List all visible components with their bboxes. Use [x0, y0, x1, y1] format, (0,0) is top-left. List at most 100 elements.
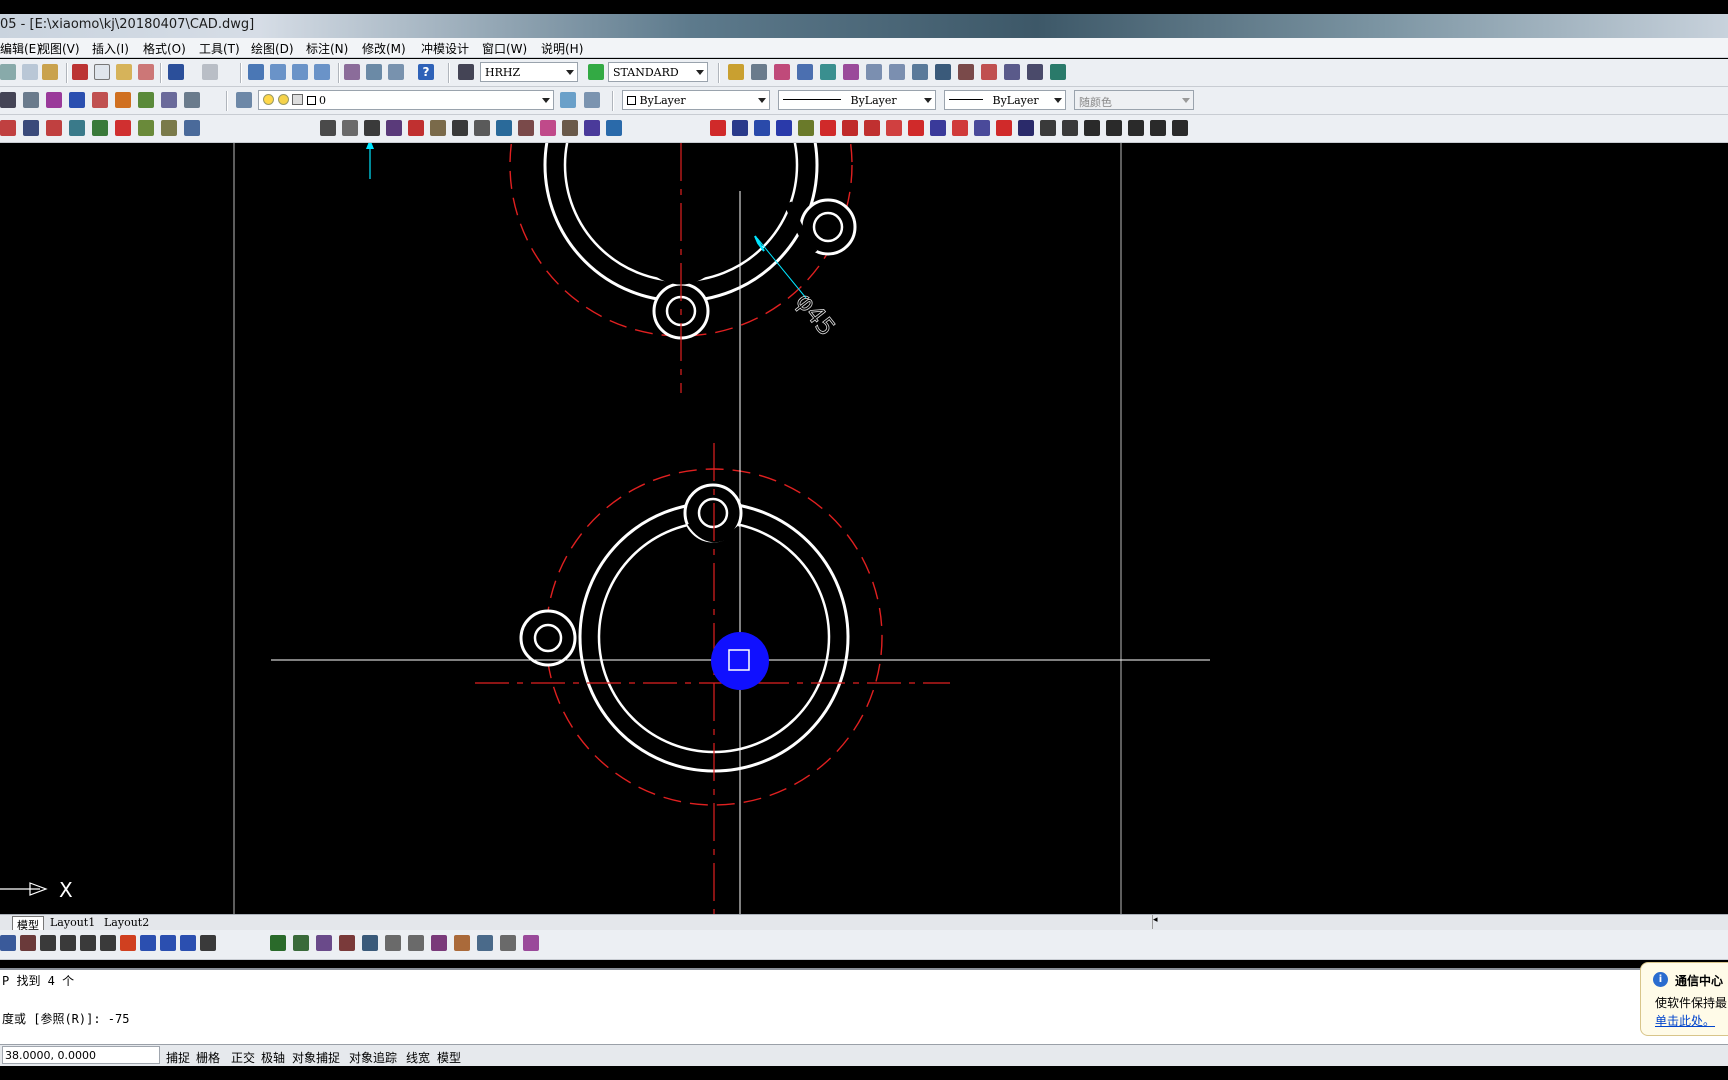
notification-link[interactable]: 单击此处。: [1655, 1012, 1715, 1029]
draw-tool-icon[interactable]: [69, 92, 85, 108]
die-command-icon[interactable]: [1172, 120, 1188, 136]
die-command-icon[interactable]: [820, 120, 836, 136]
die-command-icon[interactable]: [1128, 120, 1144, 136]
die-command-icon[interactable]: [1106, 120, 1122, 136]
publish-icon[interactable]: [42, 64, 58, 80]
modify-tool-icon[interactable]: [523, 935, 539, 951]
snap-toggle[interactable]: 捕捉: [166, 1049, 190, 1066]
punch-tool-icon[interactable]: [342, 120, 358, 136]
tool-icon[interactable]: [1050, 64, 1066, 80]
draw-tool-icon[interactable]: [138, 92, 154, 108]
die-command-icon[interactable]: [1150, 120, 1166, 136]
tab-layout1[interactable]: Layout1: [50, 916, 95, 929]
die-tool-icon[interactable]: [200, 935, 216, 951]
modify-tool-icon[interactable]: [293, 935, 309, 951]
die-tool-icon[interactable]: [0, 935, 16, 951]
tool-icon[interactable]: [1004, 64, 1020, 80]
draw-tool-icon[interactable]: [161, 92, 177, 108]
dim-style-icon[interactable]: [588, 64, 604, 80]
tool-icon[interactable]: [728, 64, 744, 80]
tool-icon[interactable]: [797, 64, 813, 80]
die-command-icon[interactable]: [754, 120, 770, 136]
die-tool-icon[interactable]: [80, 935, 96, 951]
die-tool-icon[interactable]: [160, 935, 176, 951]
zoom-previous-icon[interactable]: [314, 64, 330, 80]
die-tool-icon[interactable]: [20, 935, 36, 951]
plot-style-dropdown[interactable]: 随颜色: [1074, 90, 1194, 110]
die-command-icon[interactable]: [1040, 120, 1056, 136]
punch-tool-icon[interactable]: [320, 120, 336, 136]
draw-tool-icon[interactable]: [92, 92, 108, 108]
die-command-icon[interactable]: [996, 120, 1012, 136]
layer-previous-icon[interactable]: [584, 92, 600, 108]
punch-tool-icon[interactable]: [430, 120, 446, 136]
modify-tool-icon[interactable]: [385, 935, 401, 951]
draw-tool-icon[interactable]: [115, 92, 131, 108]
match-properties-icon[interactable]: [138, 64, 154, 80]
modify-tool-icon[interactable]: [362, 935, 378, 951]
draw-tool-icon[interactable]: [23, 92, 39, 108]
help-icon[interactable]: ?: [418, 64, 434, 80]
text-style-dropdown[interactable]: HRHZ: [480, 62, 578, 82]
tool-icon[interactable]: [820, 64, 836, 80]
tab-layout2[interactable]: Layout2: [104, 916, 149, 929]
menu-modify[interactable]: 修改(M): [362, 40, 406, 57]
menu-view[interactable]: 视图(V): [38, 40, 80, 57]
punch-tool-icon[interactable]: [606, 120, 622, 136]
layer-dropdown[interactable]: 0: [258, 90, 554, 110]
linetype-dropdown[interactable]: ByLayer: [778, 90, 936, 110]
die-command-icon[interactable]: [974, 120, 990, 136]
tool-icon[interactable]: [958, 64, 974, 80]
zoom-realtime-icon[interactable]: [270, 64, 286, 80]
pan-icon[interactable]: [248, 64, 264, 80]
modify-tool-icon[interactable]: [500, 935, 516, 951]
menu-draw[interactable]: 绘图(D): [251, 40, 294, 57]
modify-tool-icon[interactable]: [477, 935, 493, 951]
custom-tool-icon[interactable]: [138, 120, 154, 136]
die-command-icon[interactable]: [952, 120, 968, 136]
punch-tool-icon[interactable]: [452, 120, 468, 136]
custom-tool-icon[interactable]: [69, 120, 85, 136]
lineweight-dropdown[interactable]: ByLayer: [944, 90, 1066, 110]
properties-icon[interactable]: [344, 64, 360, 80]
grid-toggle[interactable]: 栅格: [196, 1049, 220, 1066]
die-command-icon[interactable]: [1062, 120, 1078, 136]
menu-insert[interactable]: 插入(I): [92, 40, 129, 57]
punch-tool-icon[interactable]: [474, 120, 490, 136]
die-tool-icon[interactable]: [180, 935, 196, 951]
die-command-icon[interactable]: [908, 120, 924, 136]
model-toggle[interactable]: 模型: [437, 1049, 461, 1066]
die-command-icon[interactable]: [886, 120, 902, 136]
modify-tool-icon[interactable]: [454, 935, 470, 951]
punch-tool-icon[interactable]: [584, 120, 600, 136]
tool-icon[interactable]: [751, 64, 767, 80]
die-command-icon[interactable]: [732, 120, 748, 136]
die-command-icon[interactable]: [776, 120, 792, 136]
die-command-icon[interactable]: [1018, 120, 1034, 136]
communication-center-bubble[interactable]: i 通信中心 使软件保持最 单击此处。: [1640, 962, 1728, 1036]
draw-tool-icon[interactable]: [46, 92, 62, 108]
die-tool-icon[interactable]: [40, 935, 56, 951]
zoom-window-icon[interactable]: [292, 64, 308, 80]
menu-edit[interactable]: 编辑(E): [0, 40, 41, 57]
tool-palettes-icon[interactable]: [388, 64, 404, 80]
scroll-left-arrow[interactable]: ◂: [1152, 915, 1162, 929]
command-line[interactable]: P 找到 4 个 度或 [参照(R)]: -75: [0, 968, 1728, 1044]
custom-tool-icon[interactable]: [0, 120, 16, 136]
menu-window[interactable]: 窗口(W): [482, 40, 527, 57]
die-command-icon[interactable]: [798, 120, 814, 136]
punch-tool-icon[interactable]: [408, 120, 424, 136]
custom-tool-icon[interactable]: [161, 120, 177, 136]
ortho-toggle[interactable]: 正交: [231, 1049, 255, 1066]
punch-tool-icon[interactable]: [518, 120, 534, 136]
tool-icon[interactable]: [981, 64, 997, 80]
modify-tool-icon[interactable]: [431, 935, 447, 951]
tool-icon[interactable]: [889, 64, 905, 80]
punch-tool-icon[interactable]: [386, 120, 402, 136]
draw-tool-icon[interactable]: [184, 92, 200, 108]
die-tool-icon[interactable]: [120, 935, 136, 951]
drawing-canvas[interactable]: φ45 X: [0, 143, 1728, 914]
custom-tool-icon[interactable]: [46, 120, 62, 136]
tool-icon[interactable]: [774, 64, 790, 80]
modify-tool-icon[interactable]: [408, 935, 424, 951]
